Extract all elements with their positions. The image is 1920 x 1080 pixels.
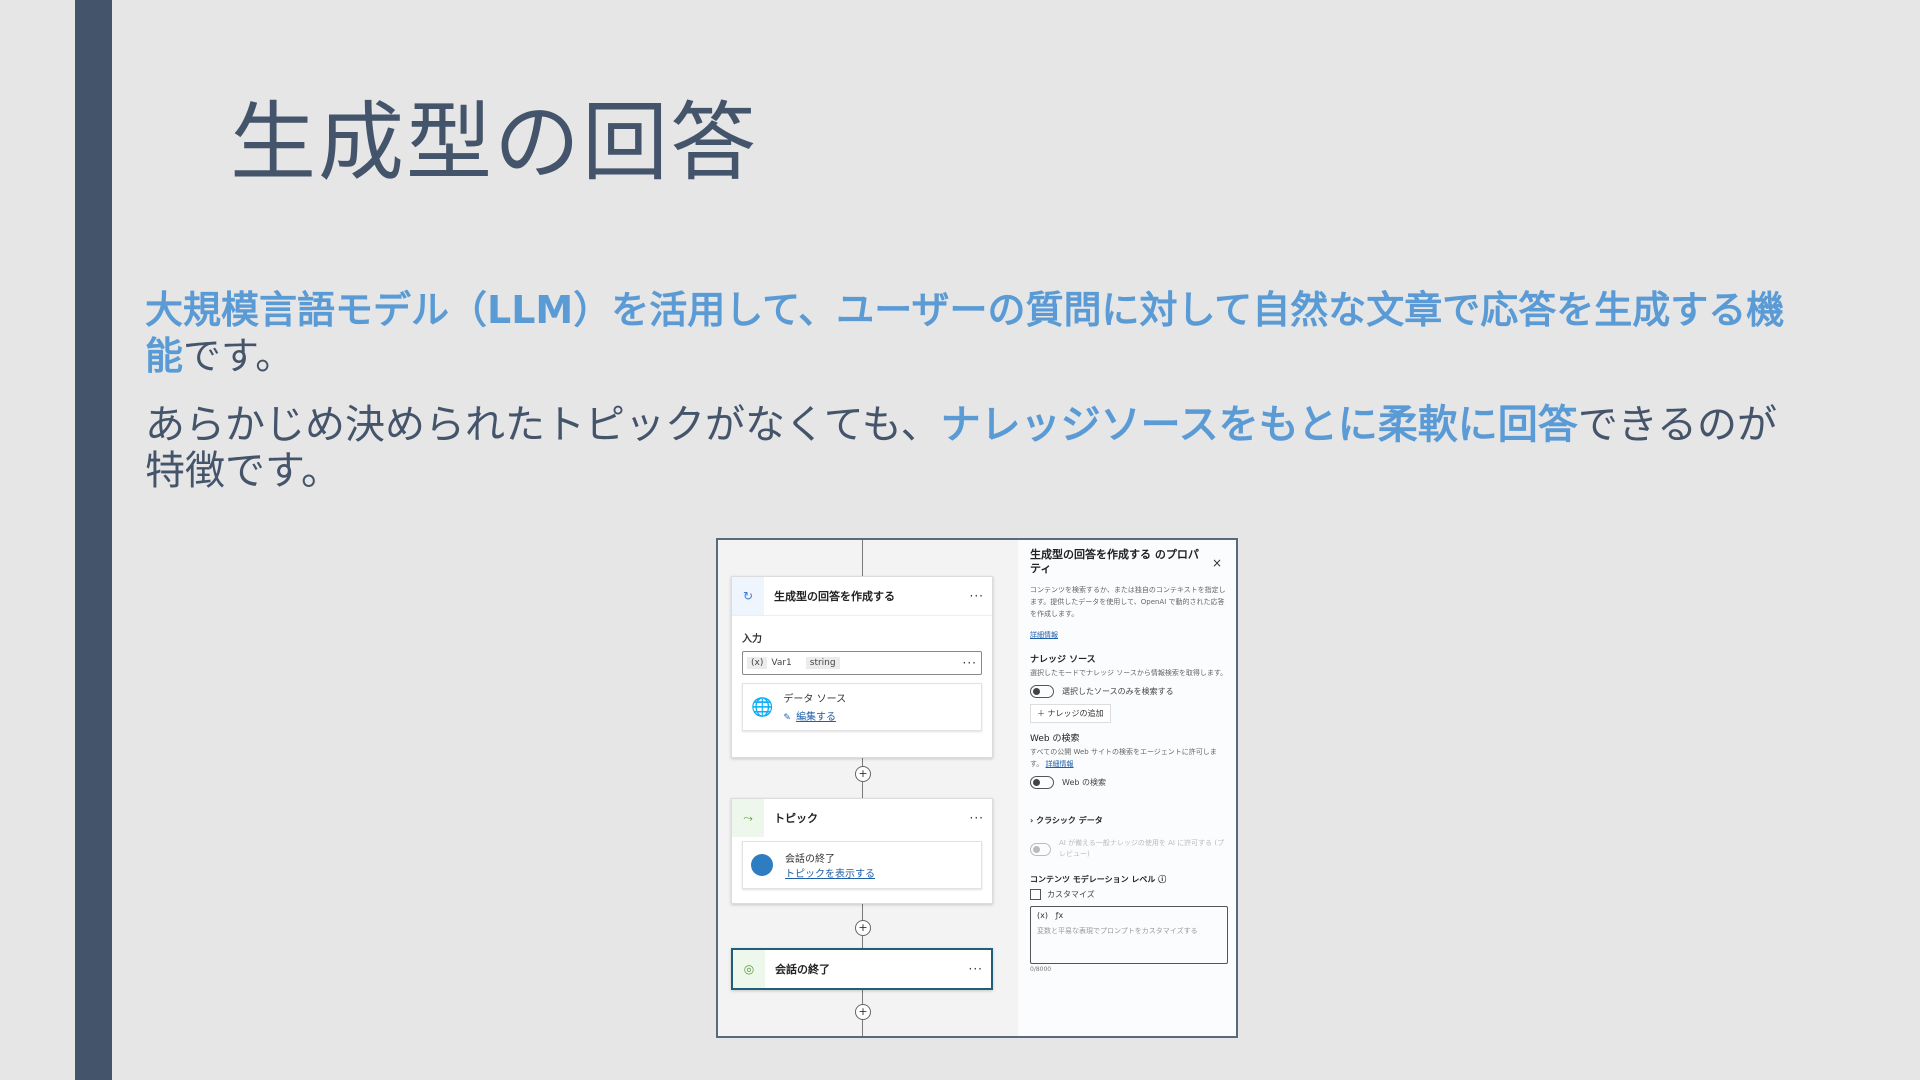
node-topic[interactable]: ⤳ トピック ··· 会話の終了 トピックを表示する [731, 798, 993, 904]
node-end-conversation[interactable]: ◎ 会話の終了 ··· [731, 948, 993, 990]
learn-more-link[interactable]: 詳細情報 [1030, 630, 1228, 640]
customize-row: カスタマイズ [1030, 889, 1228, 900]
web-search-toggle-row: Web の検索 [1030, 776, 1228, 789]
web-search-heading: Web の検索 [1030, 734, 1080, 744]
formula-icon[interactable]: ƒx [1056, 911, 1064, 920]
input-label: 入力 [742, 634, 762, 645]
selected-sources-toggle[interactable] [1030, 685, 1054, 698]
topic-canvas: ↻ 生成型の回答を作成する ··· 入力 (x) Var1 string ···… [718, 540, 1018, 1036]
paragraph-1-rest: です。 [183, 334, 294, 378]
variable-insert-icon[interactable]: (x) [1037, 911, 1048, 920]
slide-title: 生成型の回答 [230, 93, 758, 193]
topic-name: 会話の終了 [785, 854, 835, 865]
topic-avatar-icon [751, 854, 773, 876]
classic-data-toggle[interactable] [1030, 842, 1051, 856]
slide-side-bar [75, 0, 112, 1080]
node-generative-answers[interactable]: ↻ 生成型の回答を作成する ··· 入力 (x) Var1 string ···… [731, 576, 993, 758]
more-options-icon[interactable]: ··· [970, 589, 984, 603]
show-topic-link[interactable]: トピックを表示する [785, 865, 875, 880]
node-header: ⤳ トピック ··· [732, 799, 992, 837]
paragraph-1-highlight: 大規模言語モデル（LLM）を活用して、ユーザーの質問に対して自然な文章で応答を生… [145, 288, 1785, 378]
slide-paragraph-1: 大規模言語モデル（LLM）を活用して、ユーザーの質問に対して自然な文章で応答を生… [145, 287, 1795, 379]
end-conversation-icon: ◎ [733, 950, 765, 988]
moderation-heading: コンテンツ モデレーション レベル ⓘ [1030, 875, 1167, 884]
edit-link[interactable]: 編集する [796, 712, 836, 723]
character-counter: 0/8000 [1030, 966, 1052, 973]
node-header: ↻ 生成型の回答を作成する ··· [732, 577, 992, 616]
web-learn-more-link[interactable]: 詳細情報 [1046, 760, 1074, 768]
panel-description: コンテンツを検索するか、または独自のコンテキストを指定します。提供したデータを使… [1030, 586, 1226, 618]
more-options-icon[interactable]: ··· [970, 811, 984, 825]
node-title: 会話の終了 [775, 963, 830, 976]
globe-icon: 🌐 [751, 696, 774, 718]
classic-data-heading: クラシック データ [1036, 816, 1103, 825]
add-node-button[interactable]: + [855, 920, 871, 936]
prompt-toolbar: (x) ƒx [1037, 911, 1221, 920]
properties-panel: 生成型の回答を作成する のプロパティ × コンテンツを検索するか、または独自のコ… [1018, 540, 1236, 1036]
knowledge-heading: ナレッジ ソース [1030, 655, 1096, 665]
embedded-screenshot: ↻ 生成型の回答を作成する ··· 入力 (x) Var1 string ···… [716, 538, 1238, 1038]
selected-sources-toggle-row: 選択したソースのみを検索する [1030, 685, 1228, 698]
customize-checkbox[interactable] [1030, 889, 1041, 900]
web-search-description: すべての公開 Web サイトの検索をエージェントに許可します。 詳細情報 [1030, 746, 1228, 770]
classic-toggle-row: AI が備える一般ナレッジの使用を AI に許可する (プレビュー) [1030, 838, 1228, 860]
prompt-textarea[interactable]: (x) ƒx 変数と平易な表現でプロンプトをカスタマイズする [1030, 906, 1228, 964]
add-node-button[interactable]: + [855, 1004, 871, 1020]
customize-label: カスタマイズ [1047, 890, 1095, 899]
paragraph-2-before: あらかじめ決められたトピックがなくても、 [145, 402, 941, 448]
variable-icon: (x) [747, 657, 768, 669]
node-title: トピック [774, 812, 818, 825]
variable-type: string [805, 657, 840, 669]
node-header: ◎ 会話の終了 ··· [733, 950, 991, 988]
variable-input[interactable]: (x) Var1 string ··· [742, 651, 982, 675]
prompt-placeholder: 変数と平易な表現でプロンプトをカスタマイズする [1037, 927, 1198, 935]
data-source-card[interactable]: 🌐 データ ソース ✎ 編集する [742, 683, 982, 731]
node-title: 生成型の回答を作成する [774, 590, 895, 603]
variable-more-icon[interactable]: ··· [963, 656, 977, 670]
web-search-toggle[interactable] [1030, 776, 1054, 789]
topic-redirect-icon: ⤳ [732, 799, 764, 837]
add-node-button[interactable]: + [855, 766, 871, 782]
generative-answers-icon: ↻ [732, 577, 764, 615]
selected-sources-label: 選択したソースのみを検索する [1062, 687, 1174, 696]
paragraph-2-highlight: ナレッジソースをもとに柔軟に回答 [940, 402, 1578, 448]
pencil-icon: ✎ [783, 713, 791, 723]
data-source-label: データ ソース [783, 694, 847, 705]
more-options-icon[interactable]: ··· [969, 962, 983, 976]
knowledge-description: 選択したモードでナレッジ ソースから情報検索を取得します。 [1030, 669, 1228, 677]
topic-card[interactable]: 会話の終了 トピックを表示する [742, 841, 982, 889]
slide-paragraph-2: あらかじめ決められたトピックがなくても、ナレッジソースをもとに柔軟に回答できるの… [145, 402, 1795, 494]
variable-name: Var1 [771, 658, 792, 668]
panel-title: 生成型の回答を作成する のプロパティ [1030, 548, 1199, 575]
classic-data-section[interactable]: › クラシック データ [1030, 815, 1228, 826]
web-search-label: Web の検索 [1062, 778, 1106, 787]
close-icon[interactable]: × [1212, 556, 1222, 570]
classic-data-label: AI が備える一般ナレッジの使用を AI に許可する (プレビュー) [1058, 839, 1225, 858]
add-knowledge-button[interactable]: ＋ ナレッジの追加 [1030, 704, 1111, 723]
